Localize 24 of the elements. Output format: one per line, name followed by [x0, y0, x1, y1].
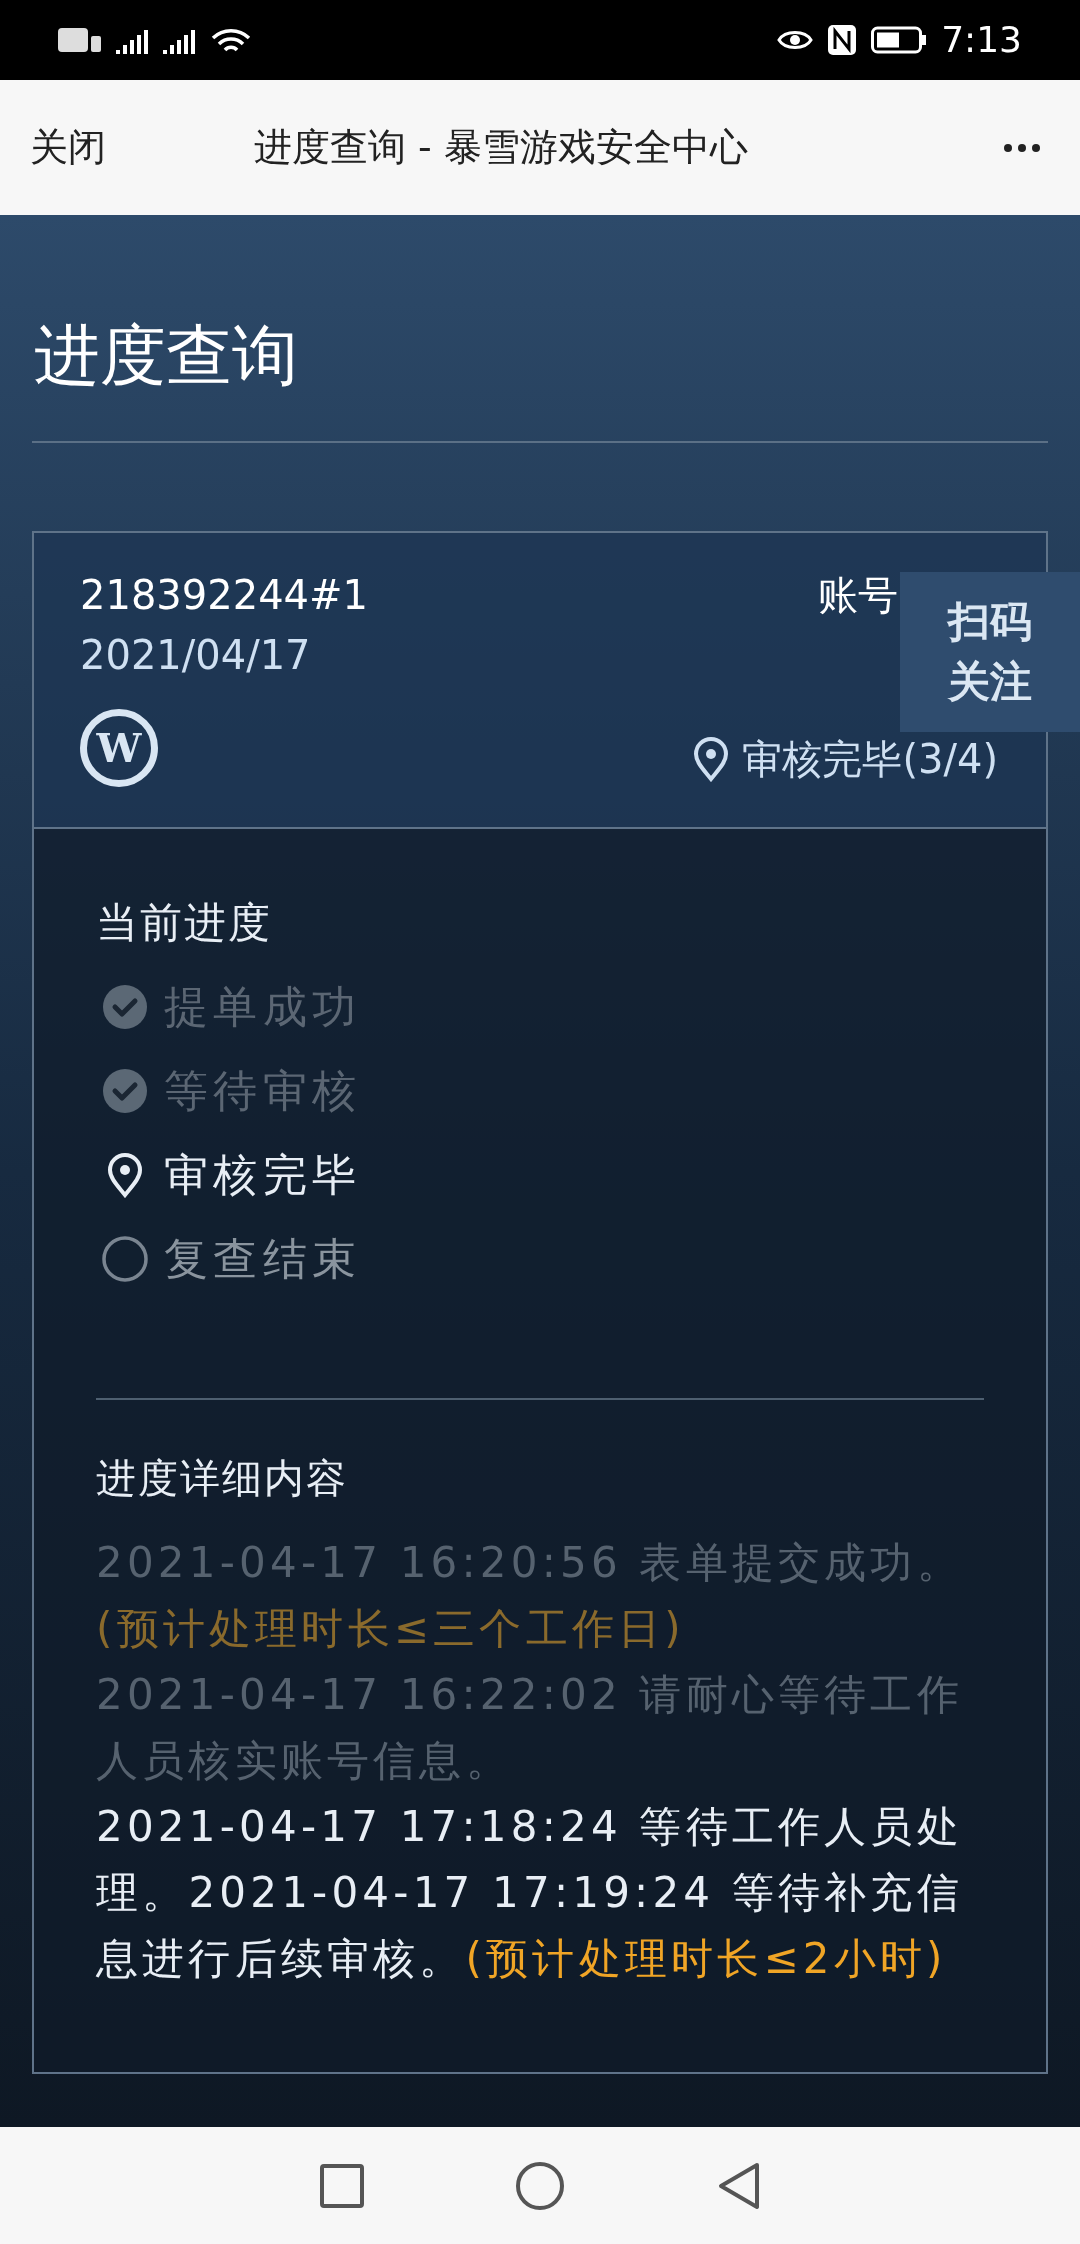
progress-heading: 当前进度 [96, 897, 274, 949]
progress-log-entry: 2021-04-17 16:20:56 表单提交成功。 (预计处理时长≤三个工作日) [96, 1537, 964, 1655]
review-status: 审核完毕(3/4) [742, 735, 998, 784]
progress-log-entry: 2021-04-17 16:22:02 请耐心等待工作人员核实账号信息。 [96, 1669, 964, 1787]
progress-step: 等待审核 [164, 1058, 362, 1124]
location-pin-icon [692, 736, 731, 782]
battery-icon [871, 26, 928, 54]
game-logo-icon: W [80, 709, 158, 787]
recent-apps-button[interactable] [319, 2162, 365, 2209]
account-label: 账号 [818, 571, 898, 619]
page-title: 进度查询 - 暴雪游戏安全中心 [254, 124, 748, 171]
section-heading: 进度查询 [32, 323, 1048, 443]
progress-log-entry: 2021-04-17 17:18:24 等待工作人员处理。2021-04-17 17:19:24 等待补充信息进行后续审核。(预计处理时长≤2小时) [96, 1801, 964, 1985]
nfc-icon [827, 24, 858, 56]
progress-step: 提单成功 [164, 974, 362, 1040]
ticket-number: 218392244#1 [80, 571, 368, 619]
follow-button[interactable]: 扫码 关注 [900, 572, 1080, 732]
ticket-date: 2021/04/17 [80, 631, 311, 679]
progress-step: 审核完毕 [164, 1142, 362, 1208]
clock-time: 7:13 [941, 18, 1022, 62]
home-button[interactable] [515, 2160, 565, 2211]
details-heading: 进度详细内容 [96, 1454, 349, 1503]
progress-step: 复查结束 [164, 1226, 362, 1292]
close-button[interactable]: 关闭 [30, 119, 106, 176]
